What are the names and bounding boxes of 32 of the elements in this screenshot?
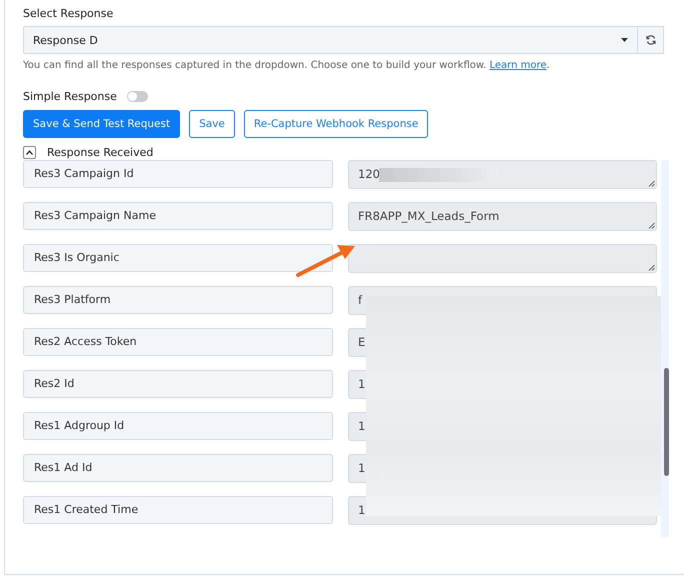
key-field: Res3 Campaign Name: [23, 202, 333, 230]
action-button[interactable]: Save & Send Test Request: [23, 110, 180, 138]
resize-grip-icon[interactable]: [648, 264, 655, 271]
key-field: Res2 Access Token: [23, 328, 333, 356]
learn-more-link[interactable]: Learn more: [489, 60, 547, 71]
chevron-up-icon: [26, 150, 33, 154]
value-field[interactable]: FR8APP_MX_Leads_Form: [348, 202, 657, 231]
resize-grip-icon[interactable]: [648, 222, 655, 229]
resize-grip-icon[interactable]: [648, 180, 655, 187]
caret-icon: [621, 38, 628, 42]
field-label: Select Response: [23, 6, 114, 22]
value-field[interactable]: 120: [348, 160, 657, 189]
collapse-button[interactable]: [23, 146, 36, 158]
help-text: You can find all the responses captured in the dropdown. Choose one to build your workflow. Learn more.: [23, 59, 551, 73]
value-field[interactable]: [348, 244, 657, 273]
refresh-icon: [646, 35, 656, 45]
key-field: Res1 Created Time: [23, 496, 333, 524]
key-field: Res2 Id: [23, 370, 333, 398]
toggle-label: Simple Response: [23, 90, 117, 102]
annotation-arrow: [295, 244, 357, 278]
key-field: Res1 Adgroup Id: [23, 412, 333, 440]
scrollbar-thumb[interactable]: [664, 368, 669, 476]
key-field: Res3 Campaign Id: [23, 160, 333, 188]
refresh-button[interactable]: [638, 26, 664, 54]
simple-response-toggle[interactable]: [126, 90, 148, 102]
response-dropdown[interactable]: Response D: [23, 26, 638, 54]
key-field: Res3 Is Organic: [23, 244, 333, 272]
action-button[interactable]: Save: [189, 110, 235, 138]
section-title: Response Received: [47, 146, 154, 158]
key-field: Res1 Ad Id: [23, 454, 333, 482]
action-button[interactable]: Re-Capture Webhook Response: [244, 110, 428, 138]
key-field: Res3 Platform: [23, 286, 333, 314]
